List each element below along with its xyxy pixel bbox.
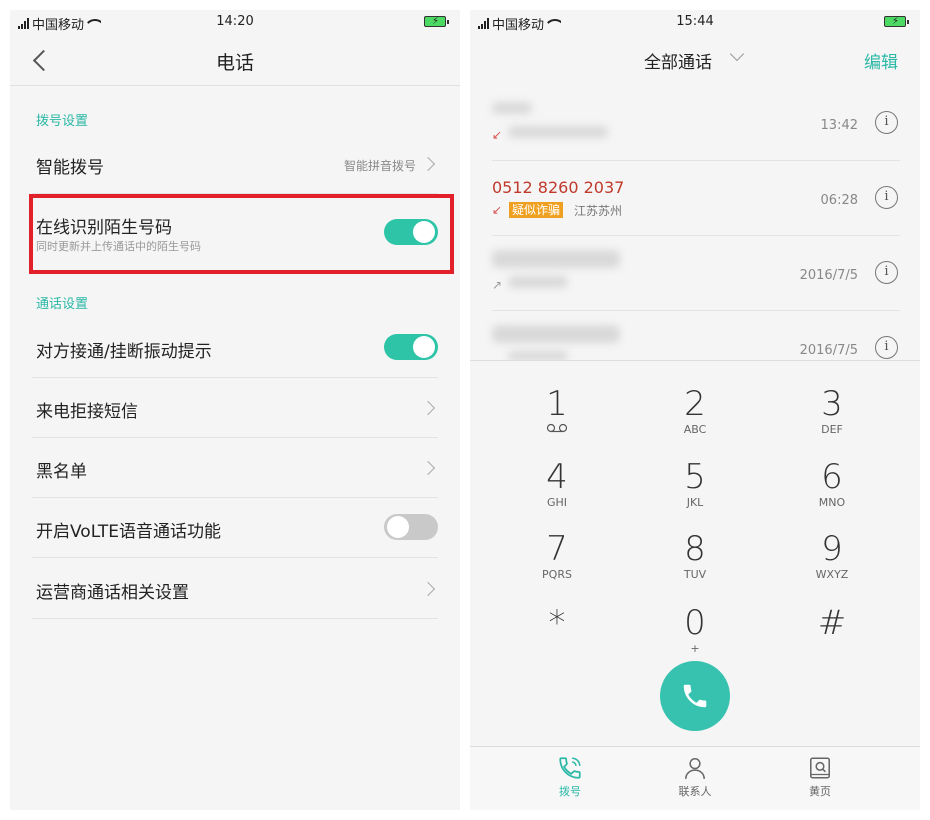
row-label: 开启VoLTE语音通话功能 bbox=[36, 522, 221, 542]
yellow-pages-icon bbox=[810, 757, 830, 779]
header: 全部通话 编辑 bbox=[470, 34, 920, 86]
voicemail-icon bbox=[497, 423, 617, 436]
status-bar: 中国移动 15:44 ⚡ bbox=[470, 10, 920, 34]
status-bar: 中国移动 14:20 ⚡ bbox=[10, 10, 460, 34]
row-value: 智能拼音拨号 bbox=[343, 159, 416, 173]
key-2[interactable]: 2 ABC bbox=[635, 385, 755, 449]
key-1[interactable]: 1 bbox=[497, 385, 617, 449]
missed-call-icon: ↙ bbox=[492, 128, 503, 142]
key-4[interactable]: 4 GHI bbox=[497, 458, 617, 522]
call-time: 2016/7/5 bbox=[799, 343, 858, 358]
vibrate-hint-row[interactable]: 对方接通/挂断振动提示 bbox=[32, 318, 438, 378]
row-label: 运营商通话相关设置 bbox=[36, 583, 189, 603]
battery-icon: ⚡ bbox=[884, 16, 909, 27]
tab-dial[interactable]: 拨号 bbox=[530, 755, 610, 799]
chevron-right-icon bbox=[426, 401, 436, 415]
call-log-item[interactable]: ↗ 2016/7/5 i bbox=[492, 236, 900, 311]
key-7[interactable]: 7 PQRS bbox=[497, 530, 617, 594]
key-6[interactable]: 6 MNO bbox=[772, 458, 892, 522]
phone-icon bbox=[683, 684, 707, 708]
missed-call-icon: ↙ bbox=[492, 203, 503, 217]
row-label: 来电拒接短信 bbox=[36, 402, 138, 422]
chevron-right-icon bbox=[426, 461, 436, 475]
key-9[interactable]: 9 WXYZ bbox=[772, 530, 892, 594]
tab-yellow-pages[interactable]: 黄页 bbox=[780, 755, 860, 799]
bottom-tab-bar: 拨号 联系人 黄页 bbox=[470, 746, 920, 810]
key-hash[interactable]: # bbox=[772, 604, 892, 668]
call-time: 06:28 bbox=[820, 193, 858, 208]
row-label: 对方接通/挂断振动提示 bbox=[36, 342, 212, 362]
key-8[interactable]: 8 TUV bbox=[635, 530, 755, 594]
highlight-box bbox=[29, 194, 454, 274]
tab-contacts[interactable]: 联系人 bbox=[655, 755, 735, 799]
battery-icon: ⚡ bbox=[424, 16, 449, 27]
dialer-screen: 中国移动 15:44 ⚡ 全部通话 编辑 ↙ 13:42 i 0512 8260… bbox=[470, 10, 920, 810]
reject-sms-row[interactable]: 来电拒接短信 bbox=[32, 378, 438, 438]
row-label: 黑名单 bbox=[36, 462, 87, 482]
call-filter-dropdown[interactable]: 全部通话 bbox=[644, 48, 712, 73]
outgoing-call-icon: ↗ bbox=[492, 278, 503, 292]
call-log-item[interactable]: 0512 8260 2037 ↙ 疑似诈骗 江苏苏州 06:28 i bbox=[492, 161, 900, 236]
chevron-right-icon bbox=[426, 157, 436, 171]
call-time: 13:42 bbox=[820, 118, 858, 133]
header: 电话 bbox=[10, 34, 460, 86]
dial-icon bbox=[559, 757, 581, 779]
contacts-icon bbox=[685, 758, 705, 779]
info-icon[interactable]: i bbox=[875, 336, 898, 359]
key-star[interactable]: * bbox=[497, 604, 617, 668]
info-icon[interactable]: i bbox=[875, 111, 898, 134]
vibrate-hint-toggle[interactable] bbox=[384, 334, 438, 360]
section-title-call: 通话设置 bbox=[36, 297, 89, 312]
call-location: 江苏苏州 bbox=[574, 204, 623, 218]
dial-keypad: 1 2 ABC 3 DEF 4 GHI 5 JKL 6 MNO 7 PQRS 8 TUV 9W… bbox=[470, 360, 920, 748]
blacklist-row[interactable]: 黑名单 bbox=[32, 438, 438, 498]
info-icon[interactable]: i bbox=[875, 186, 898, 209]
section-title-dial: 拨号设置 bbox=[36, 114, 89, 129]
page-title: 电话 bbox=[215, 52, 254, 74]
volte-toggle[interactable] bbox=[384, 514, 438, 540]
edit-button[interactable]: 编辑 bbox=[864, 48, 898, 73]
call-number: 0512 8260 2037 bbox=[492, 178, 625, 197]
phone-settings-screen: 中国移动 14:20 ⚡ 电话 拨号设置 智能拨号 智能拼音拨号 在线识别陌生号… bbox=[10, 10, 460, 810]
key-0[interactable]: 0 + bbox=[635, 604, 755, 668]
row-label: 智能拨号 bbox=[36, 158, 104, 178]
chevron-right-icon bbox=[426, 582, 436, 596]
key-5[interactable]: 5 JKL bbox=[635, 458, 755, 522]
info-icon[interactable]: i bbox=[875, 261, 898, 284]
fraud-tag: 疑似诈骗 bbox=[509, 202, 564, 218]
call-log-item[interactable]: ↙ 13:42 i bbox=[492, 86, 900, 161]
smart-dial-row[interactable]: 智能拨号 智能拼音拨号 bbox=[32, 134, 438, 194]
status-time: 14:20 bbox=[216, 14, 254, 29]
status-time: 15:44 bbox=[676, 14, 714, 29]
volte-row[interactable]: 开启VoLTE语音通话功能 bbox=[32, 498, 438, 558]
call-button[interactable] bbox=[660, 661, 730, 731]
chevron-down-icon[interactable] bbox=[730, 49, 742, 61]
carrier-settings-row[interactable]: 运营商通话相关设置 bbox=[32, 559, 438, 619]
call-time: 2016/7/5 bbox=[799, 268, 858, 283]
key-3[interactable]: 3 DEF bbox=[772, 385, 892, 449]
